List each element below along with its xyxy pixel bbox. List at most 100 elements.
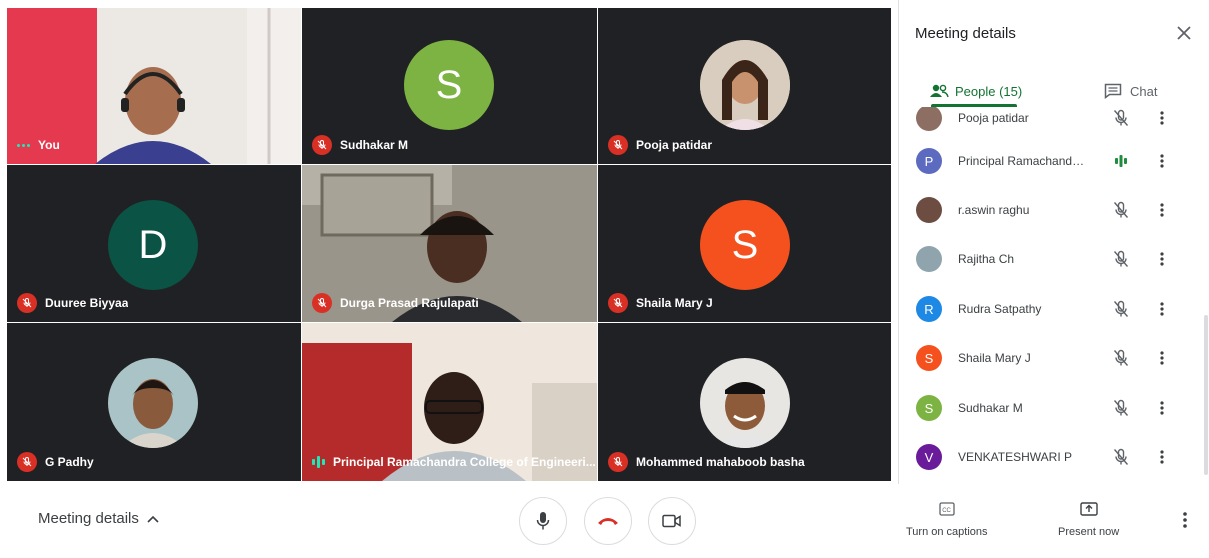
tile-duuree[interactable]: D Duuree Biyyaa xyxy=(7,165,301,322)
more-options-button[interactable] xyxy=(1177,510,1193,530)
meet-window: You S Sudhakar M Pooja patidar D Duuree … xyxy=(0,0,1209,558)
present-now-label: Present now xyxy=(1058,526,1120,538)
hang-up-icon xyxy=(598,518,618,525)
mic-off-icon xyxy=(312,135,332,155)
avatar xyxy=(916,197,942,223)
more-options-button[interactable] xyxy=(1154,398,1170,418)
tile-principal[interactable]: Principal Ramachandra College of Enginee… xyxy=(302,323,597,481)
participant-name: VENKATESHWARI P xyxy=(958,450,1073,464)
tile-name: Sudhakar M xyxy=(340,138,409,152)
participant-row[interactable]: S Shaila Mary J xyxy=(899,333,1199,383)
tile-name: Durga Prasad Rajulapati xyxy=(340,296,479,310)
avatar xyxy=(108,358,198,448)
participant-row[interactable]: R Rudra Satpathy xyxy=(899,284,1199,334)
tab-chat[interactable]: Chat xyxy=(1104,74,1157,108)
more-options-button[interactable] xyxy=(1154,151,1170,171)
participant-row[interactable]: Rajitha Ch xyxy=(899,234,1199,284)
tile-sudhakar[interactable]: S Sudhakar M xyxy=(302,8,597,164)
scrollbar[interactable] xyxy=(1204,315,1208,475)
more-vert-icon xyxy=(1183,512,1187,528)
avatar: S xyxy=(700,200,790,290)
camera-button[interactable] xyxy=(648,497,696,545)
mic-off-icon xyxy=(608,452,628,472)
more-options-button[interactable] xyxy=(1154,299,1170,319)
chevron-up-icon xyxy=(147,515,159,523)
mic-off-icon xyxy=(1111,200,1131,220)
captions-button[interactable]: CC Turn on captions xyxy=(906,498,988,538)
microphone-icon xyxy=(536,512,550,530)
participant-row[interactable]: V VENKATESHWARI P xyxy=(899,432,1199,482)
avatar xyxy=(916,107,942,131)
tab-people[interactable]: People (15) xyxy=(929,74,1022,108)
mic-off-icon xyxy=(1111,447,1131,467)
mic-off-icon xyxy=(312,293,332,313)
participant-row[interactable]: r.aswin raghu xyxy=(899,185,1199,235)
captions-icon: CC xyxy=(939,502,955,516)
mic-off-icon xyxy=(1111,108,1131,128)
present-now-button[interactable]: Present now xyxy=(1058,498,1119,538)
tile-shaila[interactable]: S Shaila Mary J xyxy=(598,165,891,322)
tile-pooja[interactable]: Pooja patidar xyxy=(598,8,891,164)
meeting-details-panel: Meeting details People (15) Chat Pooja p… xyxy=(898,0,1209,484)
tile-label: Durga Prasad Rajulapati xyxy=(312,293,479,313)
more-options-button[interactable] xyxy=(1154,200,1170,220)
participant-name: Pooja patidar xyxy=(958,111,1029,125)
tile-name: Duuree Biyyaa xyxy=(45,296,129,310)
more-options-button[interactable] xyxy=(1154,249,1170,269)
close-button[interactable] xyxy=(1173,22,1195,44)
mic-off-icon xyxy=(1111,348,1131,368)
tile-name: Mohammed mahaboob basha xyxy=(636,455,805,469)
mic-off-icon xyxy=(608,135,628,155)
tab-people-label: People (15) xyxy=(955,83,1023,99)
participant-name: Sudhakar M xyxy=(958,401,1023,415)
mic-off-icon xyxy=(1111,249,1131,269)
svg-text:CC: CC xyxy=(942,508,951,514)
participant-name: r.aswin raghu xyxy=(958,203,1030,217)
you-label: You xyxy=(17,135,60,155)
tile-label: Shaila Mary J xyxy=(608,293,713,313)
tile-label: Duuree Biyyaa xyxy=(17,293,128,313)
avatar: S xyxy=(916,345,942,371)
more-options-button[interactable] xyxy=(1154,447,1170,467)
tile-label: G Padhy xyxy=(17,452,94,472)
video-grid: You S Sudhakar M Pooja patidar D Duuree … xyxy=(0,0,898,484)
tab-chat-label: Chat xyxy=(1130,83,1158,99)
tile-label: Mohammed mahaboob basha xyxy=(608,452,805,472)
avatar xyxy=(700,40,790,130)
avatar: D xyxy=(108,200,198,290)
meeting-details-toggle[interactable]: Meeting details xyxy=(38,510,159,527)
people-list: Pooja patidar P Principal Ramachandra ... r… xyxy=(899,107,1199,484)
avatar xyxy=(700,358,790,448)
tile-gpadhy[interactable]: G Padhy xyxy=(7,323,301,481)
microphone-button[interactable] xyxy=(519,497,567,545)
avatar: P xyxy=(916,148,942,174)
present-icon xyxy=(1079,502,1098,516)
captions-label: Turn on captions xyxy=(906,526,988,538)
more-options-button[interactable] xyxy=(1154,348,1170,368)
close-icon xyxy=(1177,26,1191,40)
speaking-icon xyxy=(1111,151,1131,171)
tile-label: Pooja patidar xyxy=(608,135,712,155)
mic-off-icon xyxy=(608,293,628,313)
tile-name: Shaila Mary J xyxy=(636,296,713,310)
participant-name: Rajitha Ch xyxy=(958,252,1015,266)
leave-call-button[interactable] xyxy=(584,497,632,545)
people-icon xyxy=(930,84,949,98)
participant-row[interactable]: S Sudhakar M xyxy=(899,383,1199,433)
tile-durga[interactable]: Durga Prasad Rajulapati xyxy=(302,165,597,322)
tile-name: G Padhy xyxy=(45,455,94,469)
avatar: S xyxy=(404,40,494,130)
more-options-button[interactable] xyxy=(1154,108,1170,128)
participant-row[interactable]: P Principal Ramachandra ... xyxy=(899,136,1199,186)
mic-off-icon xyxy=(1111,398,1131,418)
camera-icon xyxy=(662,514,681,528)
tile-mohammed[interactable]: Mohammed mahaboob basha xyxy=(598,323,891,481)
avatar: V xyxy=(916,444,942,470)
chat-icon xyxy=(1104,83,1122,99)
tile-you[interactable]: You xyxy=(7,8,301,164)
mic-off-icon xyxy=(1111,299,1131,319)
bottom-toolbar: Meeting details CC Turn on captions Pres… xyxy=(0,484,1209,558)
mic-off-icon xyxy=(17,293,37,313)
tile-name: Principal Ramachandra College of Enginee… xyxy=(333,455,596,469)
panel-title: Meeting details xyxy=(915,25,1016,42)
